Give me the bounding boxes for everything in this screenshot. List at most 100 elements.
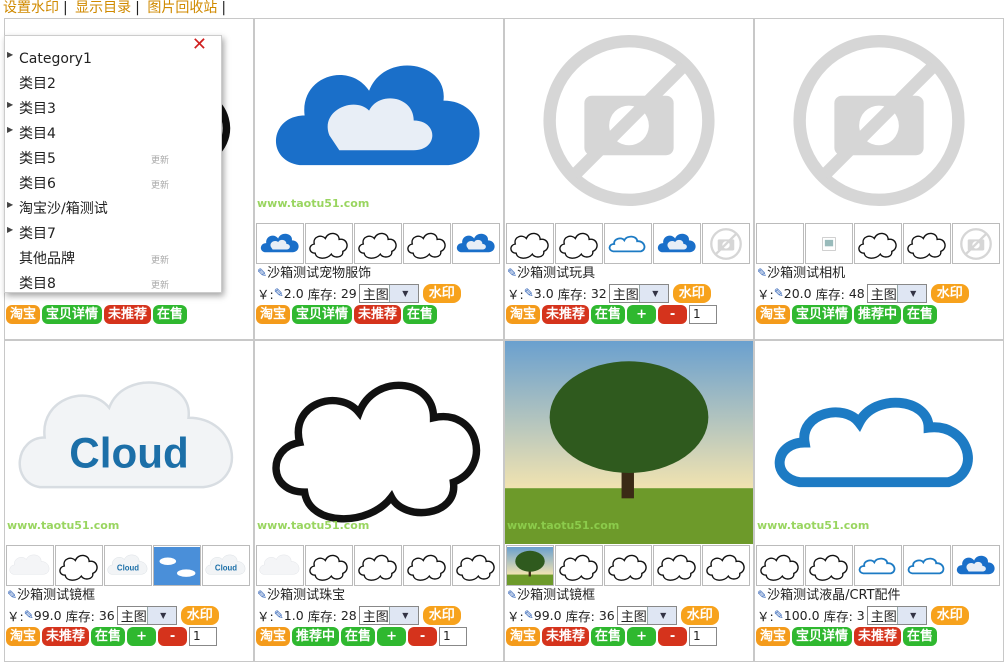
thumbnail-image[interactable] (6, 545, 54, 586)
thumbnail-image[interactable] (952, 545, 1000, 586)
thumbnail-image[interactable] (653, 223, 701, 264)
category-menu-item[interactable]: 类目5 (19, 150, 56, 168)
expand-arrow-icon[interactable]: ▶ (7, 225, 13, 234)
thumbnail-image[interactable] (756, 545, 804, 586)
image-type-select[interactable]: 主图 ▼ (116, 605, 177, 625)
price-value[interactable]: 99.0 (534, 608, 562, 623)
not-recommended-button[interactable]: 未推荐 (42, 627, 90, 646)
thumbnail-image[interactable] (506, 223, 554, 264)
thumbnail-image[interactable] (354, 545, 402, 586)
watermark-button[interactable]: 水印 (930, 605, 969, 625)
category-update-link[interactable]: 更新 (151, 153, 169, 166)
category-menu-item[interactable]: 类目7 (19, 225, 56, 243)
decrement-button[interactable]: - (658, 305, 688, 324)
thumbnail-image[interactable] (854, 223, 902, 264)
category-menu-item[interactable]: 淘宝沙/箱测试 (19, 200, 108, 218)
thumbnail-image[interactable]: Cloud (104, 545, 152, 586)
thumbnail-image[interactable] (555, 545, 603, 586)
on-sale-button[interactable]: 在售 (403, 305, 438, 324)
product-main-image[interactable]: www.taotu51.com (255, 341, 503, 544)
thumbnail-image[interactable] (702, 223, 750, 264)
close-icon[interactable]: ✕ (192, 34, 207, 55)
watermark-button[interactable]: 水印 (672, 283, 711, 303)
thumbnail-image[interactable] (452, 545, 500, 586)
taobao-button[interactable]: 淘宝 (256, 305, 291, 324)
thumbnail-image[interactable] (305, 545, 353, 586)
on-sale-button[interactable]: 在售 (591, 305, 626, 324)
watermark-button[interactable]: 水印 (422, 605, 461, 625)
image-type-select[interactable]: 主图 ▼ (608, 283, 669, 303)
edit-pencil-icon[interactable]: ✎ (524, 286, 534, 300)
increment-button[interactable]: + (377, 627, 407, 646)
not-recommended-button[interactable]: 未推荐 (542, 305, 590, 324)
price-value[interactable]: 2.0 (284, 286, 304, 301)
thumbnail-image[interactable] (256, 545, 304, 586)
thumbnail-image[interactable] (555, 223, 603, 264)
edit-pencil-icon[interactable]: ✎ (24, 608, 34, 622)
on-sale-button[interactable]: 在售 (153, 305, 188, 324)
category-update-link[interactable]: 更新 (151, 178, 169, 191)
not-recommended-button[interactable]: 未推荐 (854, 627, 902, 646)
edit-pencil-icon[interactable]: ✎ (7, 587, 17, 603)
on-sale-button[interactable]: 在售 (591, 627, 626, 646)
price-value[interactable]: 1.0 (284, 608, 304, 623)
image-type-select[interactable]: 主图 ▼ (616, 605, 677, 625)
item-detail-button[interactable]: 宝贝详情 (292, 305, 353, 324)
image-type-select[interactable]: 主图 ▼ (358, 605, 419, 625)
thumbnail-image[interactable] (604, 223, 652, 264)
category-menu-item[interactable]: 类目8 (19, 275, 56, 293)
edit-pencil-icon[interactable]: ✎ (757, 587, 767, 603)
price-value[interactable]: 20.0 (784, 286, 812, 301)
product-title[interactable]: ✎沙箱测试相机 (757, 265, 845, 282)
thumbnail-image[interactable]: Cloud (202, 545, 250, 586)
edit-pencil-icon[interactable]: ✎ (507, 587, 517, 603)
thumbnail-image[interactable] (153, 545, 201, 586)
edit-pencil-icon[interactable]: ✎ (774, 608, 784, 622)
taobao-button[interactable]: 淘宝 (756, 627, 791, 646)
thumbnail-image[interactable] (604, 545, 652, 586)
image-recycle-bin-link[interactable]: 图片回收站 (147, 0, 217, 16)
recommending-button[interactable]: 推荐中 (854, 305, 902, 324)
product-title[interactable]: ✎沙箱测试镜框 (507, 587, 595, 604)
edit-pencil-icon[interactable]: ✎ (257, 587, 267, 603)
taobao-button[interactable]: 淘宝 (506, 627, 541, 646)
thumbnail-image[interactable] (756, 223, 804, 264)
image-type-select[interactable]: 主图 ▼ (358, 283, 419, 303)
edit-pencil-icon[interactable]: ✎ (524, 608, 534, 622)
edit-pencil-icon[interactable]: ✎ (774, 286, 784, 300)
category-menu-item[interactable]: 类目2 (19, 75, 56, 93)
product-title[interactable]: ✎沙箱测试液晶/CRT配件 (757, 587, 901, 604)
decrement-button[interactable]: - (158, 627, 188, 646)
category-update-link[interactable]: 更新 (151, 278, 169, 291)
not-recommended-button[interactable]: 未推荐 (354, 305, 402, 324)
thumbnail-image[interactable] (903, 223, 951, 264)
quantity-input[interactable]: 1 (689, 305, 718, 324)
product-title[interactable]: ✎沙箱测试珠宝 (257, 587, 345, 604)
thumbnail-image[interactable] (55, 545, 103, 586)
image-type-select[interactable]: 主图 ▼ (866, 605, 927, 625)
product-title[interactable]: ✎沙箱测试宠物服饰 (257, 265, 371, 282)
category-menu-item[interactable]: 类目6 (19, 175, 56, 193)
watermark-button[interactable]: 水印 (180, 605, 219, 625)
not-recommended-button[interactable]: 未推荐 (542, 627, 590, 646)
product-main-image[interactable]: Cloud www.taotu51.com (5, 341, 253, 544)
product-main-image[interactable] (505, 19, 753, 222)
thumbnail-image[interactable] (403, 545, 451, 586)
thumbnail-image[interactable] (256, 223, 304, 264)
product-main-image[interactable]: www.taotu51.com (755, 341, 1003, 544)
item-detail-button[interactable]: 宝贝详情 (42, 305, 103, 324)
thumbnail-image[interactable] (952, 223, 1000, 264)
recommending-button[interactable]: 推荐中 (292, 627, 340, 646)
thumbnail-image[interactable] (403, 223, 451, 264)
decrement-button[interactable]: - (658, 627, 688, 646)
category-menu-item[interactable]: 其他品牌 (19, 250, 75, 268)
on-sale-button[interactable]: 在售 (91, 627, 126, 646)
category-menu-item[interactable]: 类目4 (19, 125, 56, 143)
expand-arrow-icon[interactable]: ▶ (7, 200, 13, 209)
edit-pencil-icon[interactable]: ✎ (274, 608, 284, 622)
product-main-image[interactable] (755, 19, 1003, 222)
price-value[interactable]: 100.0 (784, 608, 820, 623)
taobao-button[interactable]: 淘宝 (506, 305, 541, 324)
thumbnail-image[interactable] (805, 223, 853, 264)
category-update-link[interactable]: 更新 (151, 253, 169, 266)
